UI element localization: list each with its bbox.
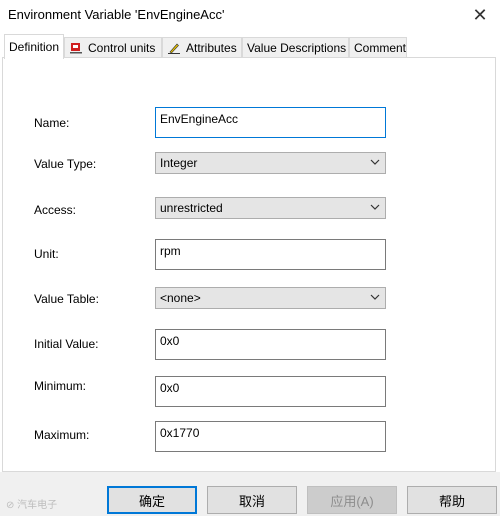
ok-button[interactable]: 确定 <box>107 486 197 514</box>
tab-attributes[interactable]: Attributes <box>162 37 242 57</box>
window-title: Environment Variable 'EnvEngineAcc' <box>8 7 225 22</box>
tab-label: Control units <box>88 40 156 55</box>
value-type-label: Value Type: <box>34 157 97 171</box>
unit-label: Unit: <box>34 247 59 261</box>
value-table-selected: <none> <box>160 291 201 305</box>
tab-definition[interactable]: Definition <box>4 34 64 59</box>
unit-field[interactable]: rpm <box>155 239 386 270</box>
close-button[interactable]: ✕ <box>460 0 500 30</box>
button-bar: 确定 取消 应用(A) 帮助 <box>0 472 500 516</box>
cancel-button[interactable]: 取消 <box>207 486 297 514</box>
initial-value-field[interactable]: 0x0 <box>155 329 386 360</box>
value-type-select[interactable]: Integer <box>155 152 386 174</box>
apply-button[interactable]: 应用(A) <box>307 486 397 514</box>
access-label: Access: <box>34 203 77 217</box>
access-select[interactable]: unrestricted <box>155 197 386 219</box>
name-label: Name: <box>34 116 70 130</box>
minimum-label: Minimum: <box>34 379 87 393</box>
attributes-icon <box>167 41 181 55</box>
access-selected: unrestricted <box>160 201 223 215</box>
value-table-select[interactable]: <none> <box>155 287 386 309</box>
watermark: ⊘ 汽车电子 <box>6 500 58 511</box>
tab-label: Definition <box>9 40 60 54</box>
close-icon: ✕ <box>472 4 488 25</box>
tab-label: Value Descriptions <box>247 40 347 55</box>
name-field[interactable]: EnvEngineAcc <box>155 107 386 138</box>
minimum-field[interactable]: 0x0 <box>155 376 386 407</box>
control-units-icon <box>69 41 83 55</box>
maximum-label: Maximum: <box>34 428 90 442</box>
tab-label: Comment <box>354 40 407 55</box>
chevron-down-icon <box>370 159 380 165</box>
chevron-down-icon <box>370 294 380 300</box>
tab-strip: Definition Control units Attributes Valu… <box>0 34 500 59</box>
initial-value-label: Initial Value: <box>34 337 99 351</box>
chevron-down-icon <box>370 204 380 210</box>
maximum-field[interactable]: 0x1770 <box>155 421 386 452</box>
tab-value-descriptions[interactable]: Value Descriptions <box>242 37 349 57</box>
tab-label: Attributes <box>186 40 237 55</box>
help-button[interactable]: 帮助 <box>407 486 497 514</box>
title-bar: Environment Variable 'EnvEngineAcc' ✕ <box>0 0 500 30</box>
value-type-selected: Integer <box>160 156 198 170</box>
value-table-label: Value Table: <box>34 292 99 306</box>
tab-control-units[interactable]: Control units <box>64 37 162 57</box>
tab-comment[interactable]: Comment <box>349 37 407 57</box>
definition-panel: Name: EnvEngineAcc Value Type: Integer A… <box>2 57 496 472</box>
